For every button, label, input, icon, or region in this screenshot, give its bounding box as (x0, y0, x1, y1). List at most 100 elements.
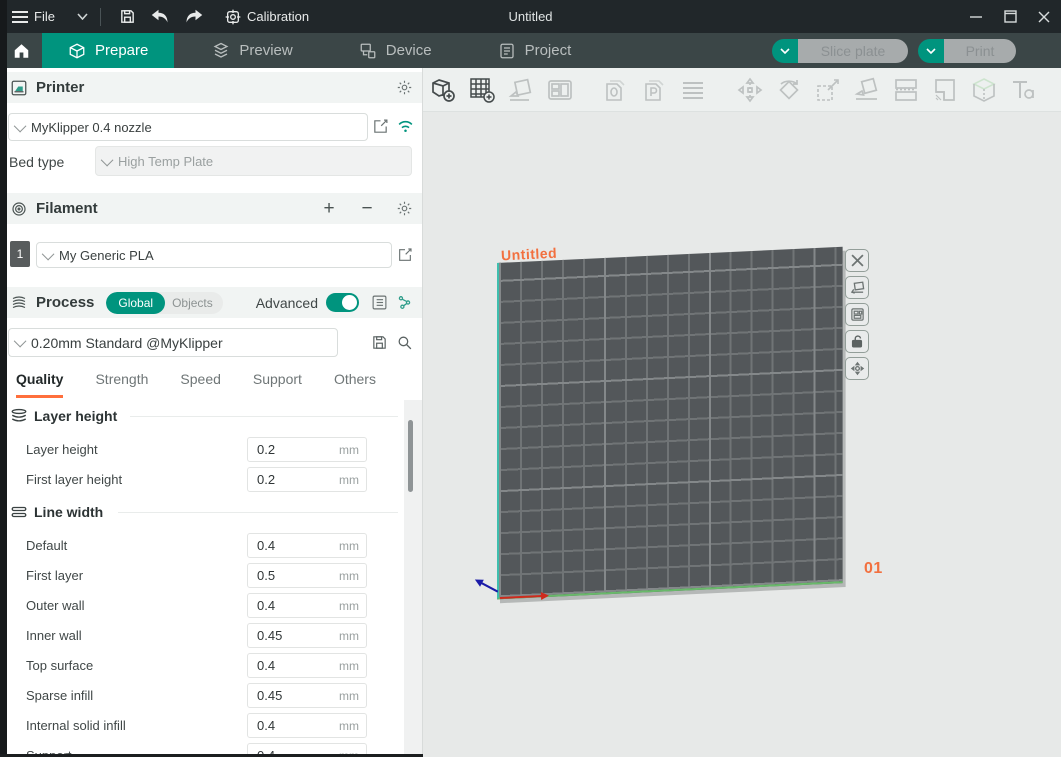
calibration-icon (225, 9, 241, 25)
undo-button[interactable] (143, 0, 177, 33)
tab-prepare[interactable]: Prepare (42, 33, 174, 68)
hamburger-menu-icon (12, 10, 28, 24)
add-plate-button[interactable] (468, 75, 496, 105)
menu-chevron-down-icon[interactable] (77, 13, 88, 20)
cut-button[interactable] (892, 75, 920, 105)
panel-divider (422, 68, 423, 757)
redo-button[interactable] (177, 0, 211, 33)
line-width-section-icon (10, 505, 28, 519)
remove-filament-minus-icon[interactable]: − (356, 198, 378, 220)
unit-label: mm (339, 539, 366, 553)
top-surface-line-width-input[interactable] (248, 658, 326, 673)
file-menu[interactable]: File (12, 9, 55, 24)
viewport-toolbar (423, 68, 1061, 112)
save-button[interactable] (113, 0, 143, 33)
compare-presets-icon[interactable] (396, 294, 413, 311)
tab-strength[interactable]: Strength (95, 371, 148, 398)
search-icon[interactable] (396, 334, 413, 351)
slice-plate-split-button: Slice plate (772, 39, 908, 63)
line-width-section-title: Line width (34, 504, 103, 520)
print-button[interactable]: Print (944, 39, 1016, 63)
toolbar-divider (100, 8, 101, 26)
inner-wall-line-width-input[interactable] (248, 628, 326, 643)
build-plate[interactable] (497, 247, 843, 600)
scope-objects-option[interactable]: Objects (165, 292, 223, 314)
printer-preset-value: MyKlipper 0.4 nozzle (31, 120, 152, 135)
tab-preview[interactable]: Preview (186, 33, 318, 68)
filament-icon (10, 200, 28, 218)
assembly-view-button[interactable] (970, 75, 998, 105)
minimize-button[interactable] (959, 0, 993, 33)
printer-settings-gear-icon[interactable] (396, 79, 413, 96)
move-button[interactable] (736, 75, 764, 105)
default-line-width-input[interactable] (248, 538, 326, 553)
paste-button[interactable] (640, 75, 668, 105)
variable-layer-height-button[interactable] (679, 75, 707, 105)
panel-scrollbar-track[interactable] (404, 400, 423, 754)
advanced-toggle[interactable] (326, 293, 359, 312)
scale-button[interactable] (814, 75, 842, 105)
outer-wall-line-width-input[interactable] (248, 598, 326, 613)
tab-project[interactable]: Project (472, 33, 598, 68)
calibration-menu[interactable]: Calibration (225, 9, 309, 25)
setting-list-icon[interactable] (371, 294, 388, 311)
slice-plate-dropdown[interactable] (772, 39, 798, 63)
unit-label: mm (339, 569, 366, 583)
wifi-connection-icon[interactable] (396, 118, 415, 134)
arrange-plate-button[interactable] (845, 276, 869, 299)
edit-filament-icon[interactable] (397, 247, 413, 263)
filament-section-header: Filament + − (0, 193, 423, 224)
panel-scrollbar-thumb[interactable] (408, 420, 413, 492)
delete-plate-button[interactable] (845, 249, 869, 272)
unit-label: mm (339, 599, 366, 613)
filament-settings-gear-icon[interactable] (396, 200, 413, 217)
chevron-down-icon (101, 153, 114, 166)
rotate-button[interactable] (775, 75, 803, 105)
layer-height-input[interactable] (248, 442, 326, 457)
default-line-width-input-box: mm (247, 533, 367, 558)
copy-button[interactable] (601, 75, 629, 105)
edit-printer-icon[interactable] (372, 118, 389, 135)
first-layer-height-input[interactable] (248, 472, 326, 487)
process-preset-value: 0.20mm Standard @MyKlipper (31, 335, 223, 351)
tab-device[interactable]: Device (333, 33, 458, 68)
slice-plate-button[interactable]: Slice plate (798, 39, 908, 63)
filament-preset-value: My Generic PLA (59, 248, 154, 263)
scope-toggle[interactable]: Global Objects (106, 292, 222, 314)
arrange-button[interactable] (546, 75, 574, 105)
tab-others[interactable]: Others (334, 371, 376, 398)
tab-quality[interactable]: Quality (16, 371, 63, 398)
bed-type-select[interactable]: High Temp Plate (95, 146, 412, 176)
tab-support[interactable]: Support (253, 371, 302, 398)
lock-plate-button[interactable] (845, 330, 869, 353)
add-object-button[interactable] (429, 75, 457, 105)
first-layer-line-width-input[interactable] (248, 568, 326, 583)
process-preset-select[interactable]: 0.20mm Standard @MyKlipper (8, 328, 338, 357)
save-preset-icon[interactable] (371, 334, 388, 351)
printer-section-header: Printer (0, 72, 423, 103)
lay-flat-button[interactable] (853, 75, 881, 105)
plate-settings-gear-button[interactable] (845, 357, 869, 380)
sparse-infill-line-width-input[interactable] (248, 688, 326, 703)
bed-type-label: Bed type (9, 154, 64, 170)
unit-label: mm (339, 719, 366, 733)
first-layer-height-input-box: mm (247, 467, 367, 492)
add-filament-plus-icon[interactable]: + (318, 198, 340, 220)
print-dropdown[interactable] (918, 39, 944, 63)
unit-label: mm (339, 443, 366, 457)
tab-speed[interactable]: Speed (180, 371, 220, 398)
text-tool-button[interactable] (1009, 75, 1037, 105)
advanced-label: Advanced (256, 295, 318, 311)
unit-label: mm (339, 659, 366, 673)
scope-global-option[interactable]: Global (106, 292, 165, 314)
auto-orient-button[interactable] (507, 75, 535, 105)
printer-preset-select[interactable]: MyKlipper 0.4 nozzle (8, 113, 368, 141)
plate-layout-button[interactable] (845, 303, 869, 326)
fill-color-button[interactable] (931, 75, 959, 105)
maximize-button[interactable] (993, 0, 1027, 33)
filament-preset-select[interactable]: My Generic PLA (36, 242, 392, 268)
internal-solid-infill-line-width-input[interactable] (248, 718, 326, 733)
setting-label: First layer height (26, 472, 122, 487)
close-button[interactable] (1027, 0, 1061, 33)
prepare-icon (68, 42, 86, 60)
